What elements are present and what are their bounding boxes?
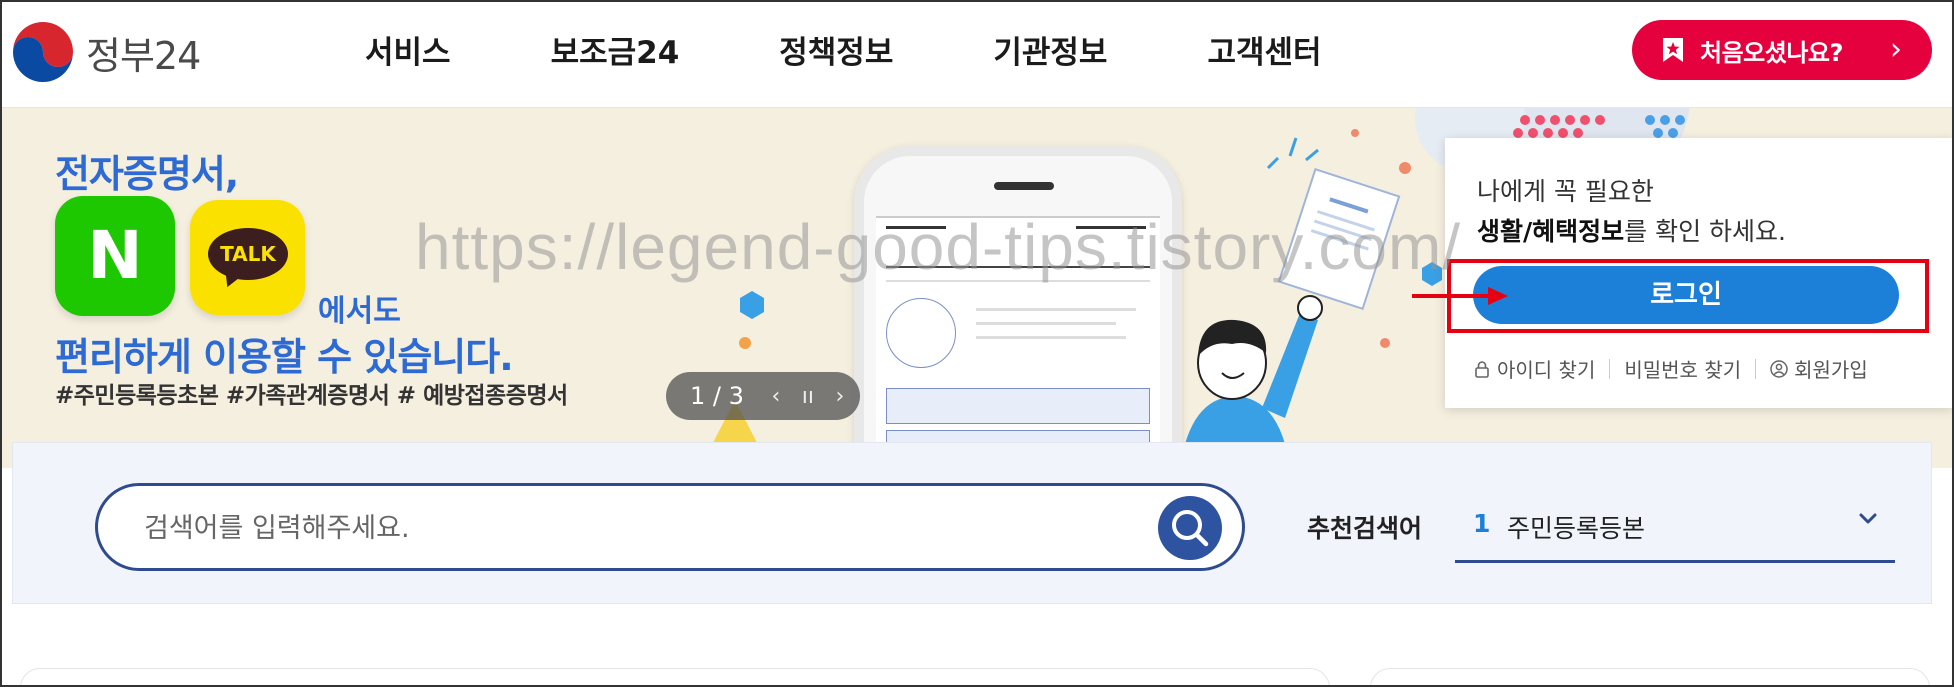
slide-counter: 1 / 3	[690, 382, 744, 410]
header: 정부24 서비스 보조금24 정책정보 기관정보 고객센터 처음오셨나요? ›	[0, 0, 1954, 108]
content-card	[1370, 668, 1930, 687]
pause-icon[interactable]: ıı	[792, 384, 824, 409]
login-prompt-line2: 생활/혜택정보를 확인 하세요.	[1477, 212, 1786, 248]
nav-item-subsidy24[interactable]: 보조금24	[551, 28, 680, 78]
account-links: 아이디 찾기 비밀번호 찾기 회원가입	[1473, 354, 1868, 383]
find-password-link[interactable]: 비밀번호 찾기	[1624, 354, 1741, 383]
link-divider	[1609, 358, 1611, 379]
naver-app-icon: N	[55, 196, 175, 316]
signup-link[interactable]: 회원가입	[1770, 354, 1868, 383]
first-visit-button[interactable]: 처음오셨나요? ›	[1632, 20, 1932, 80]
recommended-rank: 1	[1473, 509, 1491, 538]
watermark-text: https://legend-good-tips.tistory.com/	[415, 211, 1462, 283]
lock-icon	[1475, 360, 1489, 378]
find-id-link[interactable]: 아이디 찾기	[1473, 354, 1595, 383]
logo[interactable]: 정부24	[12, 20, 201, 84]
hero-title-line3: 편리하게 이용할 수 있습니다.	[55, 335, 514, 379]
search-bar	[95, 483, 1245, 571]
find-password-label: 비밀번호 찾기	[1624, 358, 1742, 382]
link-divider	[1755, 358, 1757, 379]
chevron-right-icon: ›	[1890, 32, 1902, 67]
content-card	[20, 668, 1330, 687]
kakaotalk-app-icon: TALK	[190, 200, 305, 315]
recommended-search-dropdown[interactable]: 1 주민등록등본	[1455, 495, 1895, 563]
search-input[interactable]	[144, 504, 1044, 552]
phone-illustration	[854, 146, 1182, 468]
highlight-box	[1447, 259, 1929, 333]
government-emblem-icon	[13, 22, 73, 82]
nav-item-customer-center[interactable]: 고객센터	[1207, 28, 1321, 78]
nav-item-agency-info[interactable]: 기관정보	[993, 28, 1107, 78]
login-prompt-rest: 를 확인 하세요.	[1624, 217, 1786, 246]
prev-slide-icon[interactable]: ‹	[760, 384, 792, 409]
kakaotalk-label: TALK	[208, 228, 288, 280]
signup-label: 회원가입	[1794, 358, 1868, 382]
user-circle-icon	[1770, 359, 1788, 378]
chevron-down-icon	[1859, 513, 1877, 524]
nav-item-policy-info[interactable]: 정책정보	[779, 28, 893, 78]
recommended-keyword: 주민등록등본	[1507, 514, 1646, 543]
hero-title-line1: 전자증명서,	[55, 152, 239, 196]
search-icon	[1172, 510, 1209, 547]
hero-title-line2: 에서도	[318, 294, 401, 329]
search-section: 추천검색어 1 주민등록등본	[12, 442, 1932, 604]
first-visit-label: 처음오셨나요?	[1700, 38, 1843, 67]
search-button[interactable]	[1158, 496, 1222, 560]
slide-pager: 1 / 3 ‹ ıı ›	[666, 372, 860, 420]
nav-item-services[interactable]: 서비스	[365, 28, 451, 78]
next-slide-icon[interactable]: ›	[824, 384, 856, 409]
recommended-search-label: 추천검색어	[1307, 514, 1423, 543]
red-arrow-icon	[1412, 287, 1508, 305]
find-id-label: 아이디 찾기	[1497, 358, 1596, 382]
hero-hashtags: #주민등록등초본 #가족관계증명서 # 예방접종증명서	[55, 383, 568, 409]
login-prompt-line1: 나에게 꼭 필요한	[1477, 177, 1654, 206]
logo-text: 정부24	[86, 33, 201, 78]
login-prompt-bold: 생활/혜택정보	[1477, 217, 1625, 246]
main-nav: 서비스 보조금24 정책정보 기관정보 고객센터	[365, 28, 1422, 78]
bookmark-star-icon	[1663, 38, 1683, 62]
